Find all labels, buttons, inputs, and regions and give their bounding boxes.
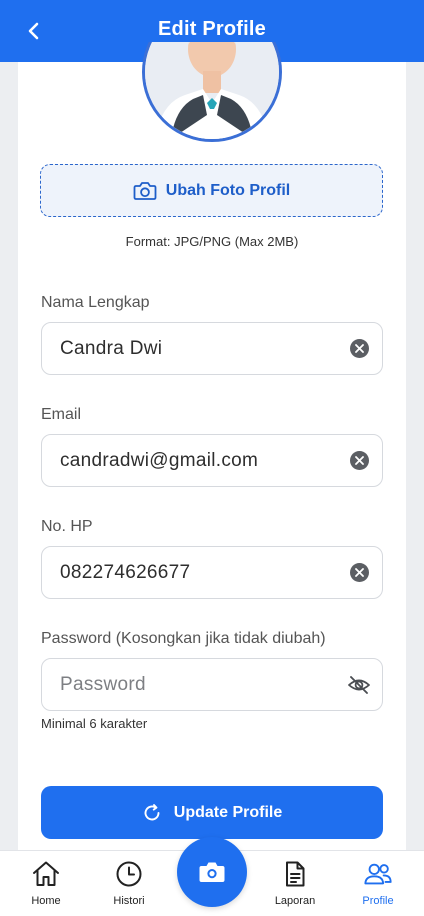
close-icon <box>355 568 364 577</box>
phone-field <box>41 546 383 599</box>
update-profile-label: Update Profile <box>173 803 283 821</box>
email-label: Email <box>41 406 82 423</box>
password-field <box>41 658 383 711</box>
avatar-illustration <box>145 42 279 139</box>
nav-label-histori: Histori <box>113 895 145 907</box>
camera-fab-button[interactable] <box>177 837 247 907</box>
camera-icon <box>133 181 157 200</box>
name-label: Nama Lengkap <box>41 294 150 311</box>
nav-item-home[interactable]: Home <box>11 859 81 913</box>
nav-label-home: Home <box>31 895 61 907</box>
photo-format-note: Format: JPG/PNG (Max 2MB) <box>125 234 299 249</box>
clear-email-button[interactable] <box>350 451 369 470</box>
eye-off-icon <box>348 676 370 694</box>
page-title: Edit Profile <box>158 18 266 40</box>
nav-item-laporan[interactable]: Laporan <box>260 859 330 913</box>
name-field <box>41 322 383 375</box>
nav-label-profile: Profile <box>362 895 394 907</box>
email-input[interactable] <box>60 435 340 486</box>
password-input[interactable] <box>60 659 340 710</box>
clear-phone-button[interactable] <box>350 563 369 582</box>
password-label: Password (Kosongkan jika tidak diubah) <box>41 630 326 647</box>
clear-name-button[interactable] <box>350 339 369 358</box>
users-icon <box>364 863 392 885</box>
nav-item-histori[interactable]: Histori <box>94 859 164 913</box>
password-hint: Minimal 6 karakter <box>41 716 148 731</box>
clock-icon <box>116 861 142 887</box>
name-input[interactable] <box>60 323 340 374</box>
update-profile-button[interactable]: Update Profile <box>41 786 383 839</box>
avatar <box>142 42 282 142</box>
camera-icon <box>199 862 225 882</box>
refresh-icon <box>144 803 160 820</box>
nav-label-laporan: Laporan <box>274 895 316 907</box>
close-icon <box>355 344 364 353</box>
phone-input[interactable] <box>60 547 340 598</box>
phone-label: No. HP <box>41 518 93 535</box>
nav-item-profile[interactable]: Profile <box>343 859 413 913</box>
change-photo-button[interactable]: Ubah Foto Profil <box>40 164 383 217</box>
document-icon <box>286 861 305 887</box>
home-icon <box>33 861 59 886</box>
email-field <box>41 434 383 487</box>
close-icon <box>355 456 364 465</box>
change-photo-label: Ubah Foto Profil <box>165 181 291 199</box>
toggle-password-visibility-button[interactable] <box>347 673 371 697</box>
